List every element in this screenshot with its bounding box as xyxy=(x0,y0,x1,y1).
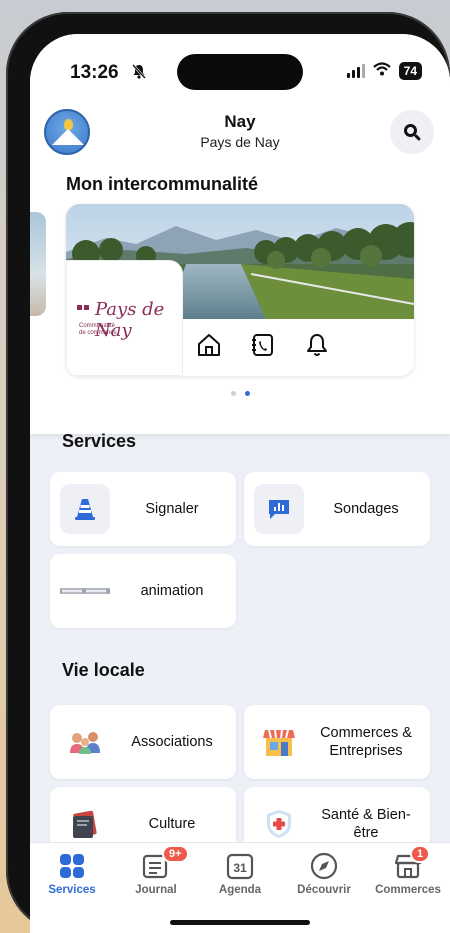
page-title: Nay xyxy=(224,112,256,131)
carousel-dot[interactable] xyxy=(230,391,236,396)
home-icon[interactable] xyxy=(196,332,222,358)
card-actions xyxy=(196,332,330,358)
animation-banner-icon xyxy=(60,566,110,616)
vie-locale-label: Associations xyxy=(131,734,213,750)
tab-services[interactable]: Services xyxy=(30,851,114,896)
tab-label: Commerces xyxy=(375,884,441,896)
status-time: 13:26 xyxy=(70,62,119,83)
page-subtitle: Pays de Nay xyxy=(200,134,280,150)
tab-label: Agenda xyxy=(218,884,262,896)
tab-label: Services xyxy=(48,884,96,896)
tab-label: Découvrir xyxy=(297,884,351,896)
vie-locale-associations[interactable]: Associations xyxy=(50,705,236,779)
journal-badge: 9+ xyxy=(162,845,189,863)
svg-text:31: 31 xyxy=(233,861,247,875)
store-icon: 1 xyxy=(366,845,450,881)
logo-subtext: Communauté de communes xyxy=(79,323,117,336)
poll-chart-icon xyxy=(254,484,304,534)
service-sondages[interactable]: Sondages xyxy=(244,472,430,546)
shop-icon xyxy=(254,717,304,767)
newspaper-icon: 9+ xyxy=(114,845,198,881)
tab-label: Journal xyxy=(135,884,177,896)
signal-icon xyxy=(346,64,365,78)
carousel-dot-active[interactable] xyxy=(244,391,250,396)
home-indicator[interactable] xyxy=(170,920,310,925)
service-label: animation xyxy=(140,583,204,599)
service-label: Sondages xyxy=(333,501,399,517)
service-signaler[interactable]: Signaler xyxy=(50,472,236,546)
vie-locale-heading: Vie locale xyxy=(62,660,145,680)
calendar-icon: 31 xyxy=(198,851,282,881)
app-screen: 13:26 74 Nay Pays de Nay Mon intercommun… xyxy=(30,34,450,933)
battery-indicator: 74 xyxy=(398,62,422,80)
tab-decouvrir[interactable]: Découvrir xyxy=(282,851,366,896)
pays-de-nay-logo: Pays de Nay Communauté de communes xyxy=(66,260,183,376)
intercommunalite-card[interactable]: Pays de Nay Communauté de communes xyxy=(66,204,414,376)
commerces-badge: 1 xyxy=(410,845,431,863)
grid-icon xyxy=(30,851,114,881)
intercommunalite-heading: Mon intercommunalité xyxy=(66,174,259,194)
tab-commerces[interactable]: 1 Commerces xyxy=(366,845,450,896)
service-animation[interactable]: animation xyxy=(50,554,236,628)
cone-icon xyxy=(60,484,110,534)
services-heading: Services xyxy=(62,431,137,451)
vie-locale-commerces[interactable]: Commerces & Entreprises xyxy=(244,705,430,779)
status-indicators: 74 xyxy=(346,62,422,80)
previous-commune-card[interactable] xyxy=(30,212,46,316)
vie-locale-label: Commerces & Entreprises xyxy=(320,725,412,759)
service-label: Signaler xyxy=(145,501,199,517)
people-icon xyxy=(60,717,110,767)
compass-icon xyxy=(282,851,366,881)
bell-icon[interactable] xyxy=(304,332,330,358)
phone-frame: 13:26 74 Nay Pays de Nay Mon intercommun… xyxy=(6,12,450,933)
tab-agenda[interactable]: 31 Agenda xyxy=(198,851,282,896)
wifi-icon xyxy=(372,62,391,80)
tab-journal[interactable]: 9+ Journal xyxy=(114,845,198,896)
dynamic-island xyxy=(177,54,303,90)
search-button[interactable] xyxy=(390,110,434,154)
carousel-indicator xyxy=(30,391,450,396)
phone-book-icon[interactable] xyxy=(250,332,276,358)
bell-off-icon xyxy=(132,64,146,83)
